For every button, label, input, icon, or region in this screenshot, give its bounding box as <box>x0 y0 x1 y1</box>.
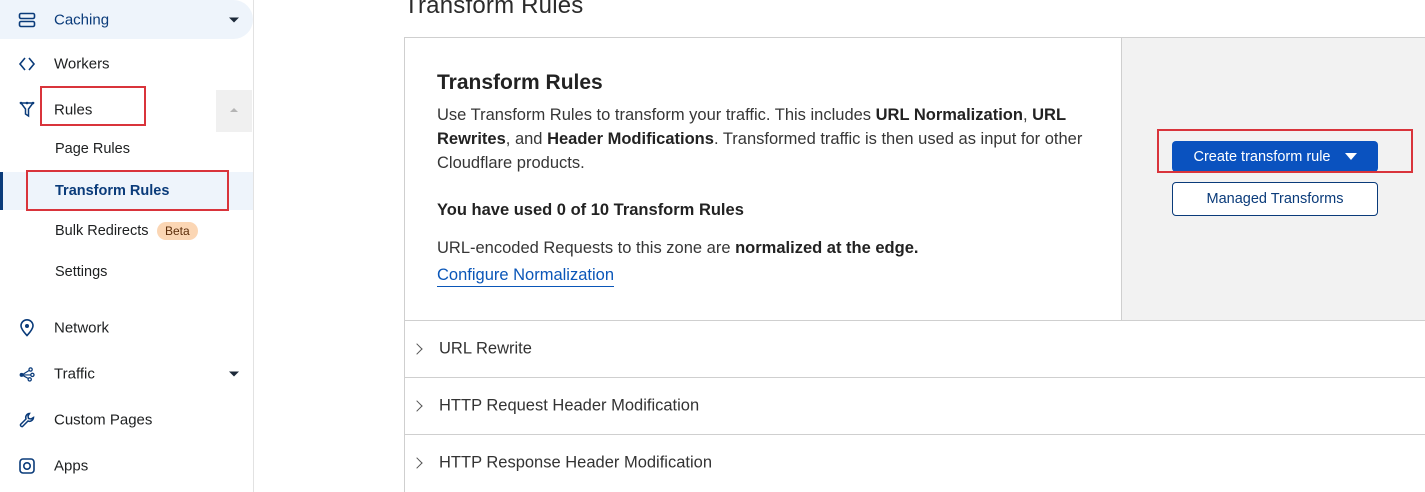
accordion-label: HTTP Response Header Modification <box>439 453 712 472</box>
nodes-icon <box>18 365 36 383</box>
funnel-icon <box>18 101 36 119</box>
sidebar-item-label: Custom Pages <box>54 411 153 429</box>
chevron-right-icon <box>411 457 423 469</box>
sidebar: Caching Workers Rules Page Rules Transfo… <box>0 0 254 492</box>
card-description: Use Transform Rules to transform your tr… <box>437 106 1083 172</box>
accordion-http-response-header[interactable]: HTTP Response Header Modification <box>405 434 1425 491</box>
sidebar-subitem-label: Page Rules <box>55 141 130 157</box>
sidebar-item-caching[interactable]: Caching <box>0 0 253 39</box>
managed-transforms-button[interactable]: Managed Transforms <box>1172 182 1378 216</box>
sidebar-subitem-label: Bulk Redirects <box>55 223 149 239</box>
sidebar-item-custom-pages[interactable]: Custom Pages <box>0 400 253 440</box>
sidebar-item-label: Workers <box>54 55 110 73</box>
chevron-right-icon <box>411 343 423 355</box>
transform-rules-card: Transform Rules Use Transform Rules to t… <box>404 37 1425 492</box>
sidebar-subitem-settings[interactable]: Settings <box>0 253 253 291</box>
card-title: Transform Rules <box>437 71 603 94</box>
server-stack-icon <box>18 11 36 29</box>
sidebar-subitem-page-rules[interactable]: Page Rules <box>0 130 253 168</box>
create-transform-rule-button[interactable]: Create transform rule <box>1172 141 1378 172</box>
chevron-down-icon[interactable] <box>229 17 239 22</box>
sidebar-subitem-bulk-redirects[interactable]: Bulk Redirects Beta <box>0 212 253 250</box>
code-brackets-icon <box>18 55 36 73</box>
sidebar-item-traffic[interactable]: Traffic <box>0 354 253 394</box>
sidebar-item-label: Traffic <box>54 365 95 383</box>
card-actions: Create transform rule Managed Transforms <box>1121 38 1425 320</box>
usage-count: You have used 0 of 10 Transform Rules <box>437 201 744 219</box>
sidebar-item-network[interactable]: Network <box>0 308 253 348</box>
accordion-label: URL Rewrite <box>439 339 532 358</box>
accordion-label: HTTP Request Header Modification <box>439 396 700 415</box>
accordion-url-rewrite[interactable]: URL Rewrite <box>405 320 1425 377</box>
caret-down-icon <box>1344 153 1357 160</box>
camera-square-icon <box>18 457 36 475</box>
beta-badge: Beta <box>157 222 198 240</box>
card-info: Transform Rules Use Transform Rules to t… <box>405 38 1121 320</box>
create-transform-rule-label: Create transform rule <box>1193 148 1331 165</box>
normalization-status: URL-encoded Requests to this zone are no… <box>437 239 919 257</box>
sidebar-item-label: Network <box>54 319 110 337</box>
sidebar-item-label: Caching <box>54 11 110 28</box>
location-pin-icon <box>18 319 36 337</box>
chevron-down-icon[interactable] <box>229 371 239 377</box>
sidebar-item-label: Apps <box>54 457 89 475</box>
accordion-http-request-header[interactable]: HTTP Request Header Modification <box>405 377 1425 434</box>
sidebar-subitem-label: Transform Rules <box>55 183 170 199</box>
sidebar-item-label: Rules <box>54 101 93 119</box>
page-title: Transform Rules <box>404 0 584 19</box>
collapse-rules-button[interactable] <box>216 90 252 132</box>
configure-normalization-link[interactable]: Configure Normalization <box>437 264 614 287</box>
sidebar-subitem-transform-rules[interactable]: Transform Rules <box>0 172 253 210</box>
sidebar-item-apps[interactable]: Apps <box>0 446 253 486</box>
sidebar-subitem-label: Settings <box>55 264 108 280</box>
sidebar-item-workers[interactable]: Workers <box>0 44 253 84</box>
chevron-right-icon <box>411 400 423 412</box>
wrench-icon <box>18 411 36 429</box>
